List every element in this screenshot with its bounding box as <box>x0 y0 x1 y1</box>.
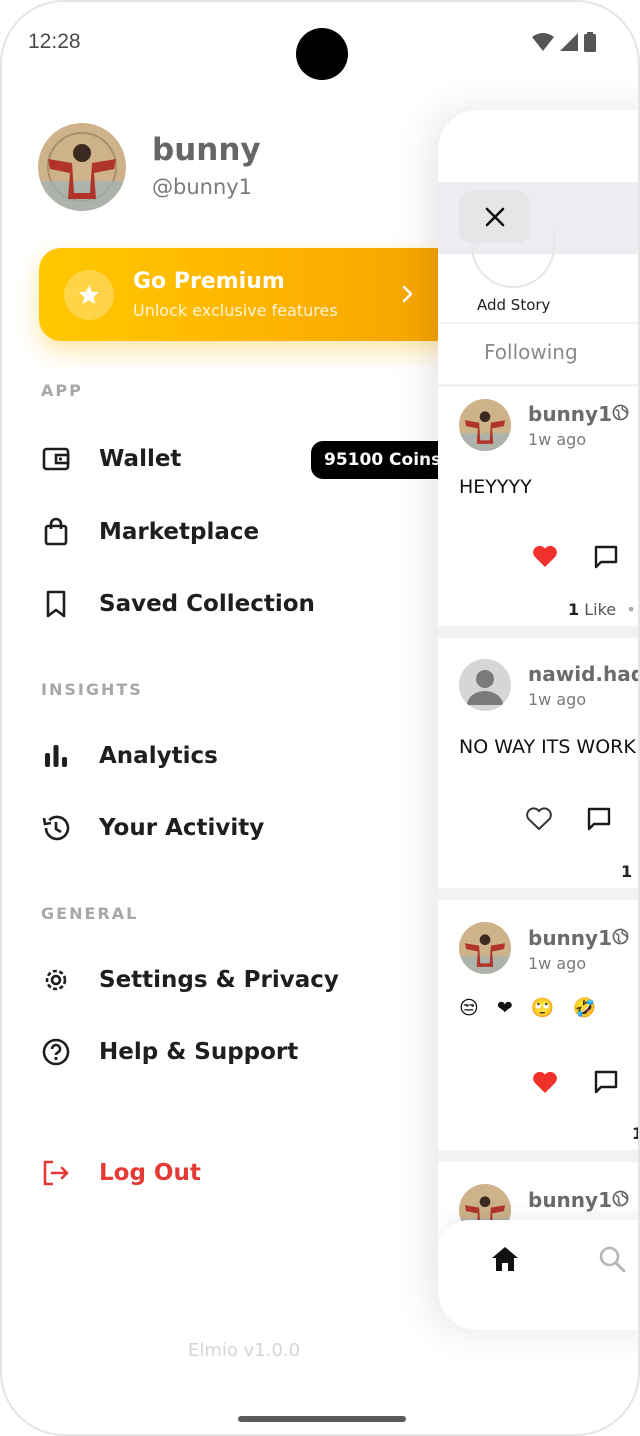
divider <box>438 322 638 324</box>
bookmark-icon <box>40 588 72 620</box>
comment-icon[interactable] <box>593 544 619 570</box>
section-label-insights: INSIGHTS <box>41 680 143 699</box>
menu-item-saved-collection[interactable]: Saved Collection <box>40 584 315 624</box>
post-divider <box>438 1150 638 1162</box>
post-username[interactable]: bunny1 <box>528 1188 612 1212</box>
menu-label-wallet: Wallet <box>99 446 182 472</box>
menu-label-marketplace: Marketplace <box>99 519 260 545</box>
post-text: HEYYYY <box>459 476 532 498</box>
camera-cutout <box>296 28 348 80</box>
premium-subtitle: Unlock exclusive features <box>133 301 338 320</box>
menu-label-analytics: Analytics <box>99 743 218 769</box>
battery-icon <box>584 32 596 52</box>
home-indicator[interactable] <box>238 1416 406 1422</box>
comment-icon[interactable] <box>586 806 612 832</box>
profile-avatar[interactable] <box>38 123 126 211</box>
profile-name: bunny <box>152 132 261 168</box>
post-time: 1w ago <box>528 954 587 973</box>
post-avatar[interactable] <box>459 399 511 451</box>
heart-icon[interactable] <box>532 1070 558 1094</box>
phone-screen: 12:28 bunny @bunny1 Go Premium Unlock ex… <box>0 0 640 1436</box>
comment-icon[interactable] <box>593 1069 619 1095</box>
menu-item-help-support[interactable]: Help & Support <box>40 1032 298 1072</box>
post-avatar[interactable] <box>459 922 511 974</box>
home-icon[interactable] <box>491 1246 519 1272</box>
status-time: 12:28 <box>28 30 81 53</box>
profile-handle: @bunny1 <box>152 175 253 199</box>
logout-icon <box>40 1157 72 1189</box>
post-time: 1w ago <box>528 430 587 449</box>
wallet-icon <box>40 443 72 475</box>
globe-icon <box>612 404 629 421</box>
menu-label-activity: Your Activity <box>99 815 265 841</box>
chevron-right-icon <box>402 285 413 303</box>
globe-icon <box>612 928 629 945</box>
menu-label-help: Help & Support <box>99 1039 299 1065</box>
shopping-bag-icon <box>40 516 72 548</box>
menu-label-saved: Saved Collection <box>99 591 315 617</box>
status-icons <box>532 32 596 52</box>
heart-icon[interactable] <box>526 807 552 831</box>
tab-following[interactable]: Following <box>484 340 578 364</box>
menu-item-settings-privacy[interactable]: Settings & Privacy <box>40 960 339 1000</box>
section-label-general: GENERAL <box>41 904 139 923</box>
help-circle-icon <box>40 1036 72 1068</box>
menu-item-marketplace[interactable]: Marketplace <box>40 512 259 552</box>
post-username[interactable]: bunny1 <box>528 926 612 950</box>
wifi-icon <box>532 33 554 51</box>
post-time: 1w ago <box>528 690 587 709</box>
add-story-ring[interactable] <box>471 230 555 288</box>
post-divider <box>438 626 638 638</box>
menu-item-log-out[interactable]: Log Out <box>40 1153 201 1193</box>
search-icon[interactable] <box>598 1245 626 1273</box>
bottom-nav <box>438 1220 638 1330</box>
premium-title: Go Premium <box>133 269 285 294</box>
post-likes-count[interactable]: 1 R <box>621 862 638 881</box>
gear-icon <box>40 964 72 996</box>
post-text: NO WAY ITS WORK <box>459 736 636 758</box>
post-divider <box>438 888 638 900</box>
menu-item-analytics[interactable]: Analytics <box>40 736 218 776</box>
post-username[interactable]: nawid.haql <box>528 662 638 686</box>
bar-chart-icon <box>40 740 72 772</box>
post-username[interactable]: bunny1 <box>528 402 612 426</box>
go-premium-card[interactable]: Go Premium Unlock exclusive features <box>39 248 459 341</box>
signal-icon <box>560 33 578 51</box>
feed-panel[interactable]: Add Story Following bunny1 1w ago HEYYYY… <box>438 110 638 1330</box>
history-icon <box>40 812 72 844</box>
post-likes-count[interactable]: 1 Like • 2 <box>568 600 638 619</box>
menu-label-logout: Log Out <box>99 1160 201 1186</box>
menu-item-wallet[interactable]: Wallet <box>40 439 181 479</box>
star-icon <box>64 270 114 320</box>
menu-label-settings: Settings & Privacy <box>99 967 339 993</box>
menu-item-your-activity[interactable]: Your Activity <box>40 808 264 848</box>
close-icon <box>485 207 504 227</box>
globe-icon <box>612 1190 629 1207</box>
wallet-coins-badge: 95100 Coins <box>311 441 451 479</box>
divider <box>438 384 638 387</box>
app-version: Elmio v1.0.0 <box>188 1340 301 1361</box>
section-label-app: APP <box>41 381 83 400</box>
post-likes-count[interactable]: 1 <box>632 1124 638 1143</box>
heart-icon[interactable] <box>532 544 558 568</box>
post-text: 😒 ❤ 🙄 🤣 <box>459 997 603 1019</box>
post-avatar[interactable] <box>459 659 511 711</box>
add-story-label: Add Story <box>477 296 551 314</box>
